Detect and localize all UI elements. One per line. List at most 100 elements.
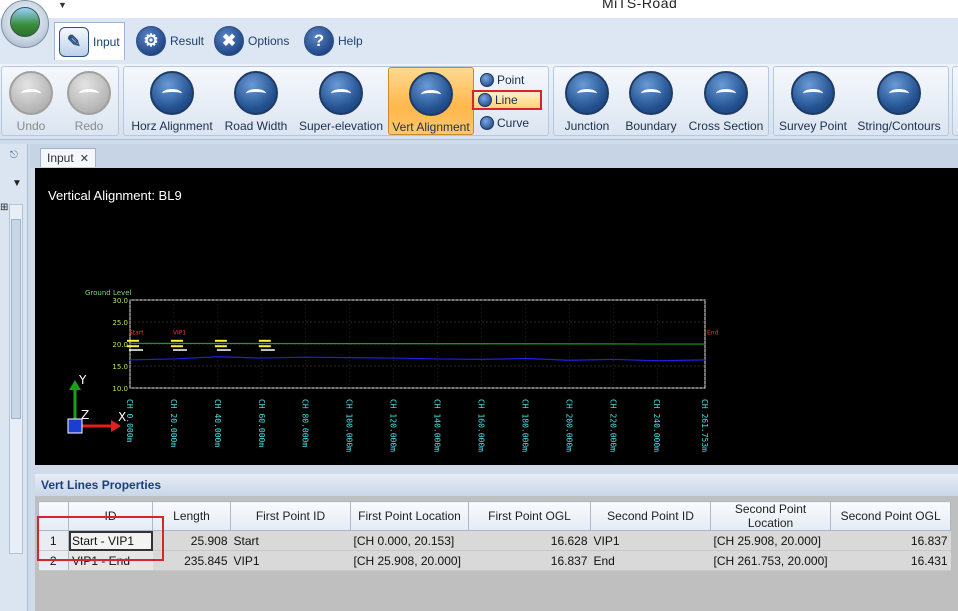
z-axis-box	[67, 418, 83, 434]
survey-point-label: Survey Point	[778, 119, 848, 133]
col-second-point-id[interactable]: Second Point ID	[590, 501, 711, 531]
station-marker	[127, 345, 139, 348]
road-width-icon	[234, 71, 278, 115]
table-row[interactable]: 2 VIP1 - End 235.845 VIP1 [CH 25.908, 20…	[38, 550, 951, 571]
second-point-ogl-cell[interactable]: 16.431	[830, 550, 951, 571]
point-label-start: Start	[129, 329, 144, 336]
dock-scrollbar[interactable]	[9, 204, 23, 554]
super-elevation-label: Super-elevation	[298, 119, 384, 133]
col-length[interactable]: Length	[152, 501, 231, 531]
road-width-button[interactable]: Road Width	[220, 67, 292, 135]
undo-button[interactable]: Undo	[6, 67, 56, 135]
document-tab-strip: Input ✕	[30, 144, 958, 168]
length-cell[interactable]: 25.908	[152, 530, 231, 551]
station-marker	[129, 349, 143, 351]
vert-alignment-icon	[409, 72, 453, 116]
x-tick-label: CH 120.000m	[389, 399, 398, 452]
x-tick-label: CH 180.000m	[520, 399, 529, 452]
y-tick-label: 10.0	[112, 385, 128, 393]
x-tick-label: CH 240.000m	[652, 399, 661, 452]
profile-chart: 30.0 25.0 20.0 15.0 10.0 Ground Level CH 0.000…	[67, 289, 719, 452]
tab-input[interactable]: ✎ Input	[54, 22, 125, 60]
group-alignment: Horz Alignment Road Width Super-elevatio…	[123, 66, 549, 136]
table-row[interactable]: 1 Start - VIP1 25.908 Start [CH 0.000, 2…	[38, 530, 951, 551]
string-contours-button[interactable]: String/Contours	[854, 67, 944, 135]
junction-button[interactable]: Junction	[558, 67, 616, 135]
station-marker	[172, 349, 187, 351]
junction-icon	[565, 71, 609, 115]
vert-alignment-button[interactable]: Vert Alignment	[388, 67, 474, 135]
col-first-point-ogl[interactable]: First Point OGL	[468, 501, 591, 531]
point-label: Point	[497, 73, 525, 87]
ribbon: Undo Redo Horz Alignment Road Width Supe…	[0, 64, 958, 140]
group-overflow	[952, 66, 958, 136]
tab-options[interactable]: ✖ Options	[210, 22, 293, 60]
col-first-point-id[interactable]: First Point ID	[230, 501, 351, 531]
undo-label: Undo	[16, 119, 46, 133]
properties-title: Vert Lines Properties	[41, 478, 162, 492]
first-point-id-cell[interactable]: VIP1	[230, 550, 351, 571]
survey-point-button[interactable]: Survey Point	[778, 67, 848, 135]
redo-label: Redo	[74, 119, 104, 133]
ribbon-tabs: ✎ Input ⚙ Result ✖ Options ? Help	[0, 18, 958, 64]
properties-panel: Vert Lines Properties ID Length First Po…	[35, 474, 958, 611]
pin-icon[interactable]: ⎋	[10, 150, 18, 161]
y-tick-label: 25.0	[112, 319, 128, 327]
length-cell[interactable]: 235.845	[152, 550, 231, 571]
input-icon: ✎	[59, 26, 89, 57]
line-button[interactable]: Line	[472, 90, 542, 110]
axis-x-label: X	[118, 410, 126, 424]
boundary-button[interactable]: Boundary	[622, 67, 680, 135]
close-icon[interactable]: ✕	[80, 152, 89, 165]
second-point-location-cell[interactable]: [CH 261.753, 20.000]	[710, 550, 831, 571]
dock-dropdown-icon[interactable]: ▼	[12, 178, 22, 189]
group-survey: Survey Point String/Contours	[773, 66, 949, 136]
redo-button[interactable]: Redo	[64, 67, 114, 135]
expand-icon[interactable]: ⊞	[0, 202, 8, 213]
second-point-id-cell[interactable]: VIP1	[590, 530, 711, 551]
horz-alignment-button[interactable]: Horz Alignment	[128, 67, 216, 135]
col-second-point-ogl[interactable]: Second Point OGL	[830, 501, 952, 531]
first-point-id-cell[interactable]: Start	[230, 530, 351, 551]
chart-title: Ground Level	[85, 289, 132, 297]
boundary-icon	[629, 71, 673, 115]
string-contours-label: String/Contours	[857, 119, 941, 133]
second-point-ogl-cell[interactable]: 16.837	[830, 530, 951, 551]
point-label-vip1: VIP1	[173, 329, 186, 336]
super-elevation-button[interactable]: Super-elevation	[298, 67, 384, 135]
vertical-alignment-line	[129, 342, 706, 345]
group-geometry: Junction Boundary Cross Section	[553, 66, 769, 136]
horz-alignment-icon	[150, 71, 194, 115]
x-tick-label: CH 60.000m	[257, 399, 266, 447]
doc-tab-input[interactable]: Input ✕	[40, 148, 96, 167]
second-point-id-cell[interactable]: End	[590, 550, 711, 571]
col-first-point-location[interactable]: First Point Location	[350, 501, 469, 531]
first-point-ogl-cell[interactable]: 16.628	[468, 530, 591, 551]
cross-section-button[interactable]: Cross Section	[686, 67, 766, 135]
tab-help-label: Help	[338, 34, 363, 48]
x-tick-label: CH 100.000m	[345, 399, 354, 452]
second-point-location-cell[interactable]: [CH 25.908, 20.000]	[710, 530, 831, 551]
app-menu-button[interactable]	[1, 0, 49, 48]
tab-result[interactable]: ⚙ Result	[132, 22, 208, 60]
quick-access-dropdown-icon[interactable]: ▼	[58, 0, 67, 10]
dock-scrollbar-thumb[interactable]	[11, 219, 21, 419]
station-marker	[170, 345, 183, 348]
first-point-location-cell[interactable]: [CH 25.908, 20.000]	[350, 550, 469, 571]
y-tick-label: 15.0	[112, 363, 128, 371]
string-contours-icon	[877, 71, 921, 115]
point-label-end: End	[707, 329, 719, 336]
doc-tab-label: Input	[47, 151, 74, 165]
point-button[interactable]: Point	[476, 70, 528, 90]
y-tick-label: 20.0	[112, 341, 128, 349]
first-point-ogl-cell[interactable]: 16.837	[468, 550, 591, 571]
curve-label: Curve	[497, 116, 530, 130]
curve-button[interactable]: Curve	[476, 113, 533, 133]
properties-grid: ID Length First Point ID First Point Loc…	[38, 501, 952, 571]
x-tick-label: CH 140.000m	[433, 399, 442, 452]
col-second-point-location[interactable]: Second Point Location	[709, 501, 832, 531]
drawing-canvas[interactable]: Vertical Alignment: BL9 30.0 25.0 20.0 15.0…	[35, 168, 958, 465]
tab-help[interactable]: ? Help	[300, 22, 367, 60]
road-logo-icon	[10, 7, 40, 37]
first-point-location-cell[interactable]: [CH 0.000, 20.153]	[350, 530, 469, 551]
